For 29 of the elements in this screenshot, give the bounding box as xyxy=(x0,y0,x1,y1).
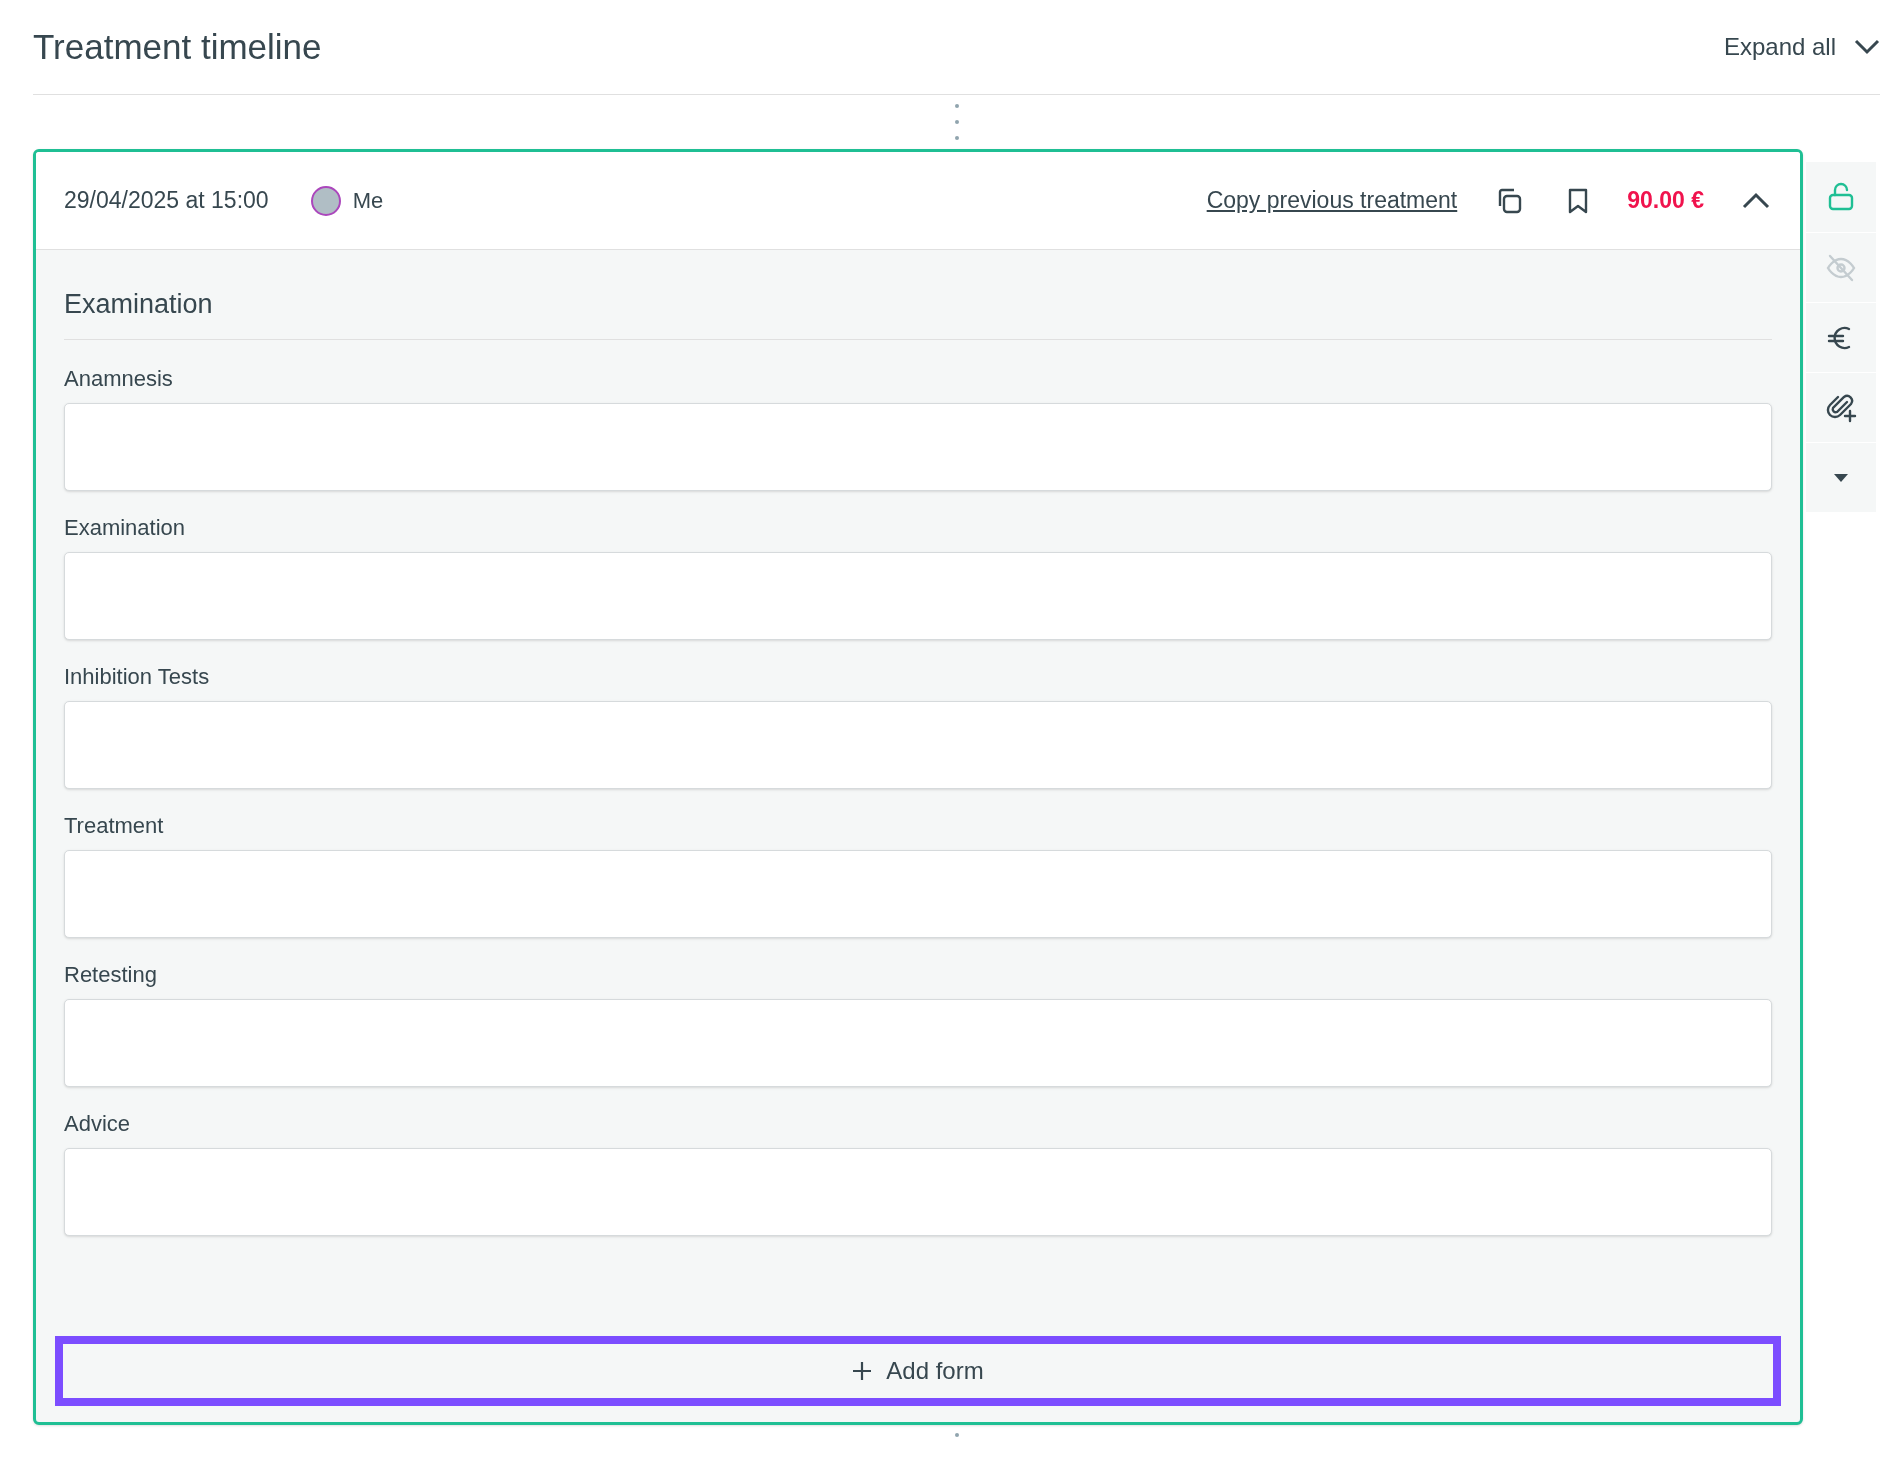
copy-previous-treatment-link[interactable]: Copy previous treatment xyxy=(1206,183,1458,218)
field-label: Examination xyxy=(64,513,187,542)
therapist-name: Me xyxy=(352,187,384,215)
input-field[interactable] xyxy=(64,1147,1772,1236)
field-label: Inhibition Tests xyxy=(64,662,211,691)
field-label: Treatment xyxy=(64,811,165,840)
side-action-button[interactable] xyxy=(1806,302,1876,372)
page-title: Treatment timeline xyxy=(33,25,322,68)
bookmark-icon[interactable] xyxy=(1567,187,1590,214)
plus-icon xyxy=(852,1360,873,1381)
input-field[interactable] xyxy=(64,551,1772,640)
avatar-icon xyxy=(310,185,341,216)
expand-all-button[interactable]: Expand all xyxy=(1723,29,1880,65)
field-label: Anamnesis xyxy=(64,364,174,393)
input-field[interactable] xyxy=(64,402,1772,491)
input-field[interactable] xyxy=(64,998,1772,1087)
field-label: Retesting xyxy=(64,960,158,989)
input-field[interactable] xyxy=(64,849,1772,938)
treatment-date: 29/04/2025 at 15:00 xyxy=(64,186,269,216)
section-title: Examination xyxy=(64,284,1772,340)
side-action-button[interactable] xyxy=(1806,372,1876,442)
caret-down-icon xyxy=(1834,473,1848,482)
chevron-up-icon xyxy=(1742,192,1770,209)
input-field[interactable] xyxy=(64,700,1772,789)
add-form-button[interactable]: Add form xyxy=(55,1335,1781,1406)
field-label: Advice xyxy=(64,1109,132,1138)
chevron-down-icon xyxy=(1854,39,1880,55)
vertical-dots-icon xyxy=(954,103,959,141)
treatment-price: 90.00 € xyxy=(1627,186,1704,216)
